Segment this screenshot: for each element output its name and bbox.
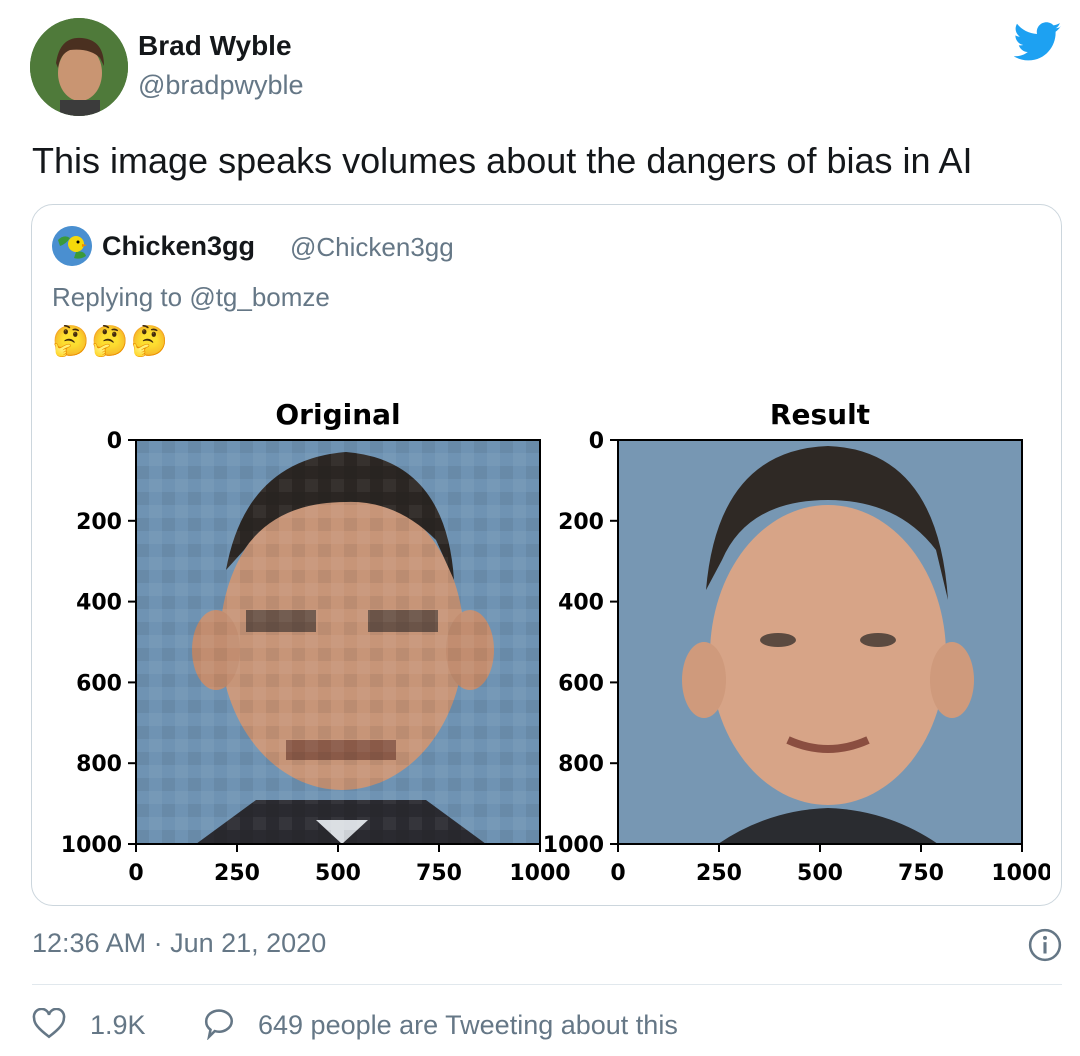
original-x-tick-label: 750 bbox=[416, 861, 462, 886]
quoted-author-name[interactable]: Chicken3gg bbox=[102, 231, 255, 262]
result-x-tick-label: 750 bbox=[898, 861, 944, 886]
result-x-tick-label: 250 bbox=[696, 861, 742, 886]
original-panel bbox=[135, 439, 541, 845]
author-avatar-image bbox=[30, 18, 128, 116]
speech-bubble-icon[interactable] bbox=[202, 1008, 236, 1040]
quoted-author-avatar[interactable] bbox=[52, 226, 92, 266]
result-y-tick-label: 0 bbox=[589, 429, 604, 454]
author-avatar[interactable] bbox=[30, 18, 128, 116]
heart-icon[interactable] bbox=[32, 1008, 66, 1040]
original-x-tick-label: 0 bbox=[128, 861, 143, 886]
result-y-tick-label: 200 bbox=[558, 510, 604, 535]
result-y-tick-label: 1000 bbox=[543, 833, 604, 858]
result-x-tick-label: 0 bbox=[610, 861, 625, 886]
replying-to-prefix: Replying to bbox=[52, 282, 183, 312]
original-y-tick-label: 400 bbox=[76, 591, 122, 616]
result-title: Result bbox=[770, 398, 870, 431]
result-x-tick-label: 500 bbox=[797, 861, 843, 886]
original-x-tick-label: 1000 bbox=[509, 861, 570, 886]
thinking-emojis: 🤔🤔🤔 bbox=[52, 325, 171, 358]
original-y-tick-label: 1000 bbox=[61, 833, 122, 858]
twitter-bird-icon[interactable] bbox=[1014, 22, 1062, 62]
divider bbox=[32, 984, 1062, 985]
result-y-tick-label: 600 bbox=[558, 671, 604, 696]
result-x-tick-label: 1000 bbox=[991, 861, 1050, 886]
original-x-tick-label: 500 bbox=[315, 861, 361, 886]
replying-to-mention[interactable]: @tg_bomze bbox=[189, 282, 330, 312]
result-y-tick-label: 400 bbox=[558, 591, 604, 616]
original-y-tick-label: 600 bbox=[76, 671, 122, 696]
tweet-timestamp[interactable]: 12:36 AM · Jun 21, 2020 bbox=[32, 928, 326, 959]
tweet-text: This image speaks volumes about the dang… bbox=[32, 140, 973, 181]
comparison-figure: Original Result 020040060080010000 250 500… bbox=[61, 398, 1050, 886]
original-y-tick-label: 800 bbox=[76, 752, 122, 777]
like-count[interactable]: 1.9K bbox=[90, 1010, 146, 1041]
original-y-tick-label: 200 bbox=[76, 510, 122, 535]
info-icon[interactable] bbox=[1028, 928, 1062, 962]
original-x-tick-label: 250 bbox=[214, 861, 260, 886]
globe-chick-avatar-image bbox=[52, 226, 92, 266]
result-y-tick-label: 800 bbox=[558, 752, 604, 777]
original-y-tick-label: 0 bbox=[107, 429, 122, 454]
replying-to-line: Replying to @tg_bomze bbox=[52, 282, 330, 313]
result-panel bbox=[617, 439, 1023, 845]
original-title: Original bbox=[275, 398, 400, 431]
author-handle[interactable]: @bradpwyble bbox=[138, 70, 304, 101]
quoted-author-handle[interactable]: @Chicken3gg bbox=[290, 232, 454, 263]
engagement-text[interactable]: 649 people are Tweeting about this bbox=[258, 1010, 678, 1041]
author-name[interactable]: Brad Wyble bbox=[138, 30, 292, 62]
